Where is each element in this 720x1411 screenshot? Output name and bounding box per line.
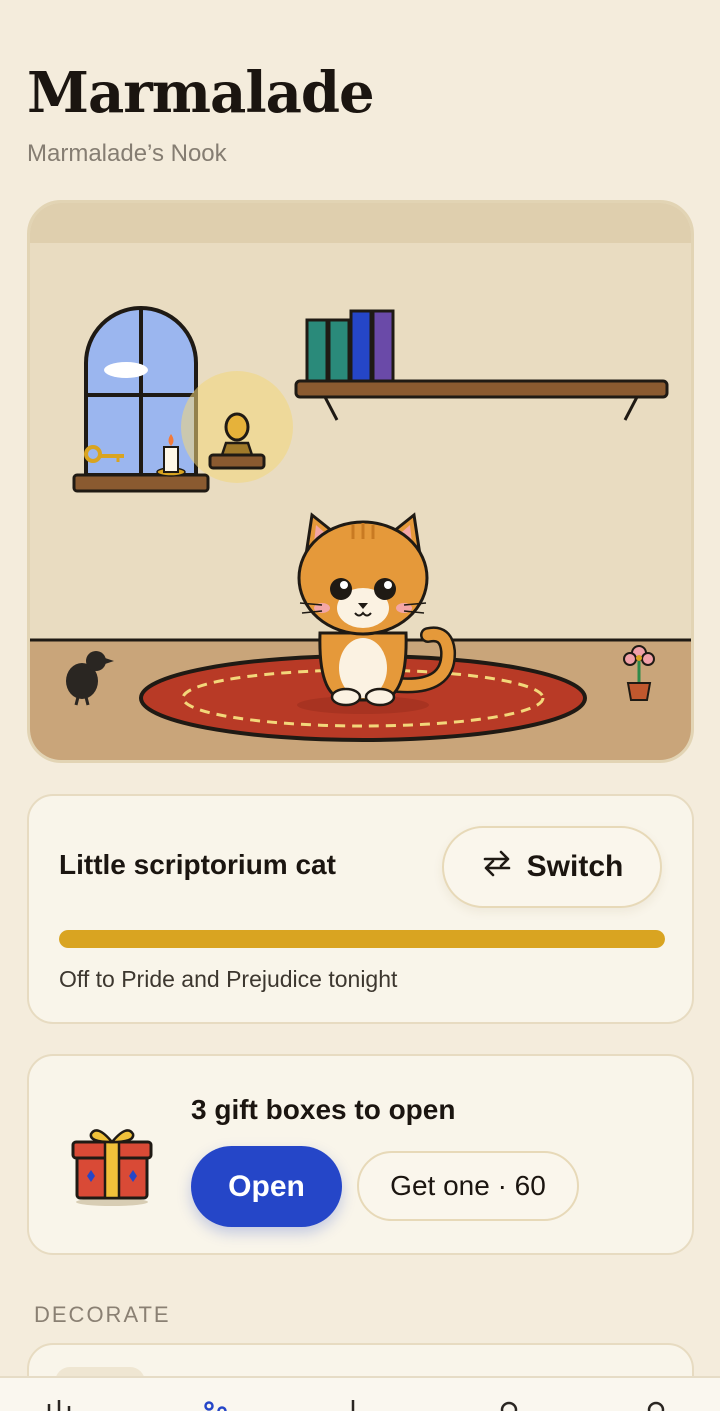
lamp-decor[interactable] [181, 371, 293, 483]
app-screen: Marmalade Marmalade’s Nook Little script… [0, 0, 720, 1411]
tab-friends[interactable] [494, 1400, 524, 1411]
profile-icon [647, 1401, 665, 1411]
friends-icon [500, 1401, 518, 1411]
swap-icon [481, 848, 513, 886]
tab-shop[interactable] [338, 1400, 368, 1411]
gift-box-icon [69, 1118, 159, 1213]
pet-card: Little scriptorium cat Switch Off to Pri… [27, 794, 694, 1024]
pet-status-text: Off to Pride and Prejudice tonight [59, 966, 398, 992]
decorate-section-label: DECORATE [34, 1302, 171, 1327]
shop-icon [351, 1400, 355, 1411]
window-decor[interactable] [72, 306, 210, 493]
pet-name: Little scriptorium cat [59, 849, 336, 880]
open-gift-button[interactable]: Open [191, 1146, 342, 1227]
tab-stats[interactable] [45, 1400, 75, 1411]
page-title: Marmalade [27, 60, 375, 126]
gift-count-title: 3 gift boxes to open [191, 1094, 456, 1125]
tab-pet[interactable] [200, 1400, 230, 1411]
paw-icon [204, 1401, 227, 1411]
bottom-tab-bar [0, 1376, 720, 1411]
pet-progress-bar [59, 930, 665, 948]
gift-card: 3 gift boxes to open Open Get one · 60 [27, 1054, 694, 1255]
page-subtitle: Marmalade’s Nook [27, 140, 227, 167]
switch-label: Switch [526, 850, 624, 883]
get-gift-button[interactable]: Get one · 60 [357, 1151, 579, 1221]
stats-icon [47, 1400, 71, 1411]
room-scene[interactable] [27, 200, 694, 763]
pet-progress-fill [59, 930, 665, 948]
switch-pet-button[interactable]: Switch [442, 826, 662, 908]
tab-profile[interactable] [641, 1400, 671, 1411]
